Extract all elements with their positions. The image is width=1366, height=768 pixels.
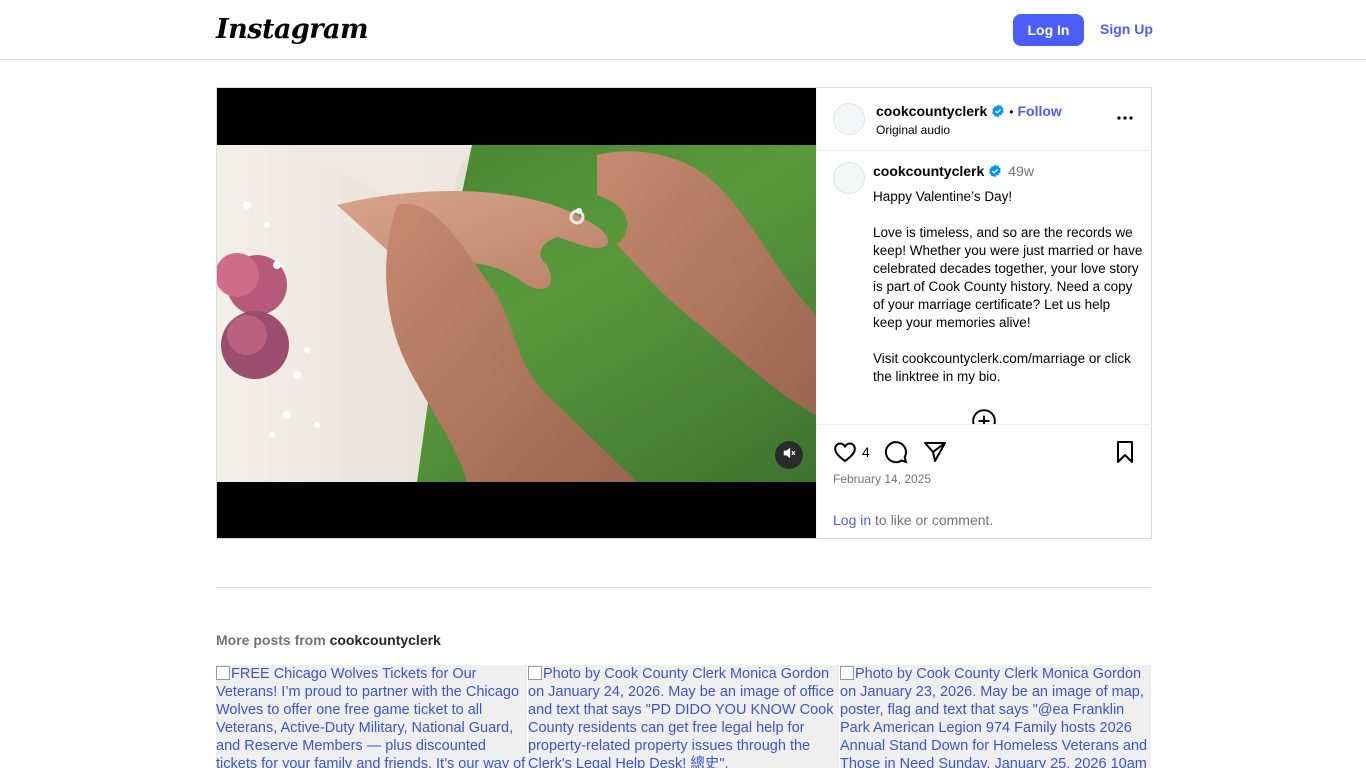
post-actions: 4 February 14, 2025 Log in to like or co… <box>817 424 1152 538</box>
more-posts-heading: More posts from cookcountyclerk <box>216 632 441 648</box>
more-posts-username[interactable]: cookcountyclerk <box>330 632 441 648</box>
broken-image-icon <box>840 666 854 680</box>
bookmark-icon <box>1113 441 1137 468</box>
caption-section: cookcountyclerk 49w Happy Valentine’s Day… <box>817 151 1152 424</box>
post-header: cookcountyclerk • Follow Original audio <box>817 88 1152 151</box>
broken-image-icon <box>216 666 230 680</box>
comment-icon <box>884 441 908 468</box>
verified-badge-icon <box>991 104 1005 123</box>
comment-button[interactable] <box>884 440 908 464</box>
tile-alt-text-content: Photo by Cook County Clerk Monica Gordon… <box>840 666 1148 768</box>
audio-label[interactable]: Original audio <box>876 123 950 137</box>
tile-alt-text-content: FREE Chicago Wolves Tickets for Our Vete… <box>216 666 526 768</box>
heart-icon <box>833 442 857 468</box>
more-post-tile[interactable]: Photo by Cook County Clerk Monica Gordon… <box>528 665 839 768</box>
caption-username[interactable]: cookcountyclerk <box>873 163 984 179</box>
mute-toggle-button[interactable] <box>775 441 803 469</box>
post-card: cookcountyclerk • Follow Original audio co… <box>216 87 1152 539</box>
post-author-line: cookcountyclerk • Follow <box>876 103 1062 123</box>
more-post-tile[interactable]: Photo by Cook County Clerk Monica Gordon… <box>840 665 1151 768</box>
more-post-tile[interactable]: FREE Chicago Wolves Tickets for Our Vete… <box>216 665 527 768</box>
video-frame-image <box>217 145 816 482</box>
tile-alt-text: FREE Chicago Wolves Tickets for Our Vete… <box>216 665 527 768</box>
caption-text: Happy Valentine’s Day! Love is timeless,… <box>873 189 1143 384</box>
paper-plane-icon <box>923 442 947 468</box>
login-link[interactable]: Log in <box>833 512 871 528</box>
load-more-comments-button[interactable] <box>971 408 997 424</box>
more-posts-prefix: More posts from <box>216 632 330 648</box>
author-username[interactable]: cookcountyclerk <box>876 103 987 119</box>
login-prompt: Log in to like or comment. <box>833 512 993 528</box>
signup-link[interactable]: Sign Up <box>1100 21 1153 37</box>
caption-timestamp[interactable]: 49w <box>1008 163 1034 179</box>
post-video[interactable] <box>217 88 816 538</box>
top-bar: Instagram Log In Sign Up <box>0 0 1366 60</box>
avatar[interactable] <box>833 103 865 135</box>
tile-alt-text: Photo by Cook County Clerk Monica Gordon… <box>840 665 1151 768</box>
caption-author-line: cookcountyclerk 49w <box>873 163 1034 183</box>
login-prompt-text: to like or comment. <box>871 512 994 528</box>
follow-button[interactable]: Follow <box>1017 103 1061 119</box>
like-count[interactable]: 4 <box>862 444 870 460</box>
login-button[interactable]: Log In <box>1013 14 1084 46</box>
like-button[interactable] <box>833 440 857 464</box>
tile-alt-text-content: Photo by Cook County Clerk Monica Gordon… <box>528 666 835 768</box>
caption-avatar[interactable] <box>833 162 865 194</box>
verified-badge-icon <box>988 164 1002 183</box>
separator-dot: • <box>1009 105 1014 119</box>
instagram-logo[interactable]: Instagram <box>216 14 369 45</box>
post-date[interactable]: February 14, 2025 <box>833 472 931 486</box>
save-button[interactable] <box>1113 440 1137 464</box>
more-options-button[interactable] <box>1113 106 1137 130</box>
tile-alt-text: Photo by Cook County Clerk Monica Gordon… <box>528 665 839 768</box>
share-button[interactable] <box>923 440 947 464</box>
speaker-muted-icon <box>782 446 796 465</box>
post-sidebar: cookcountyclerk • Follow Original audio co… <box>816 88 1152 538</box>
ellipsis-icon <box>1113 116 1137 134</box>
broken-image-icon <box>528 666 542 680</box>
section-divider <box>216 587 1151 588</box>
